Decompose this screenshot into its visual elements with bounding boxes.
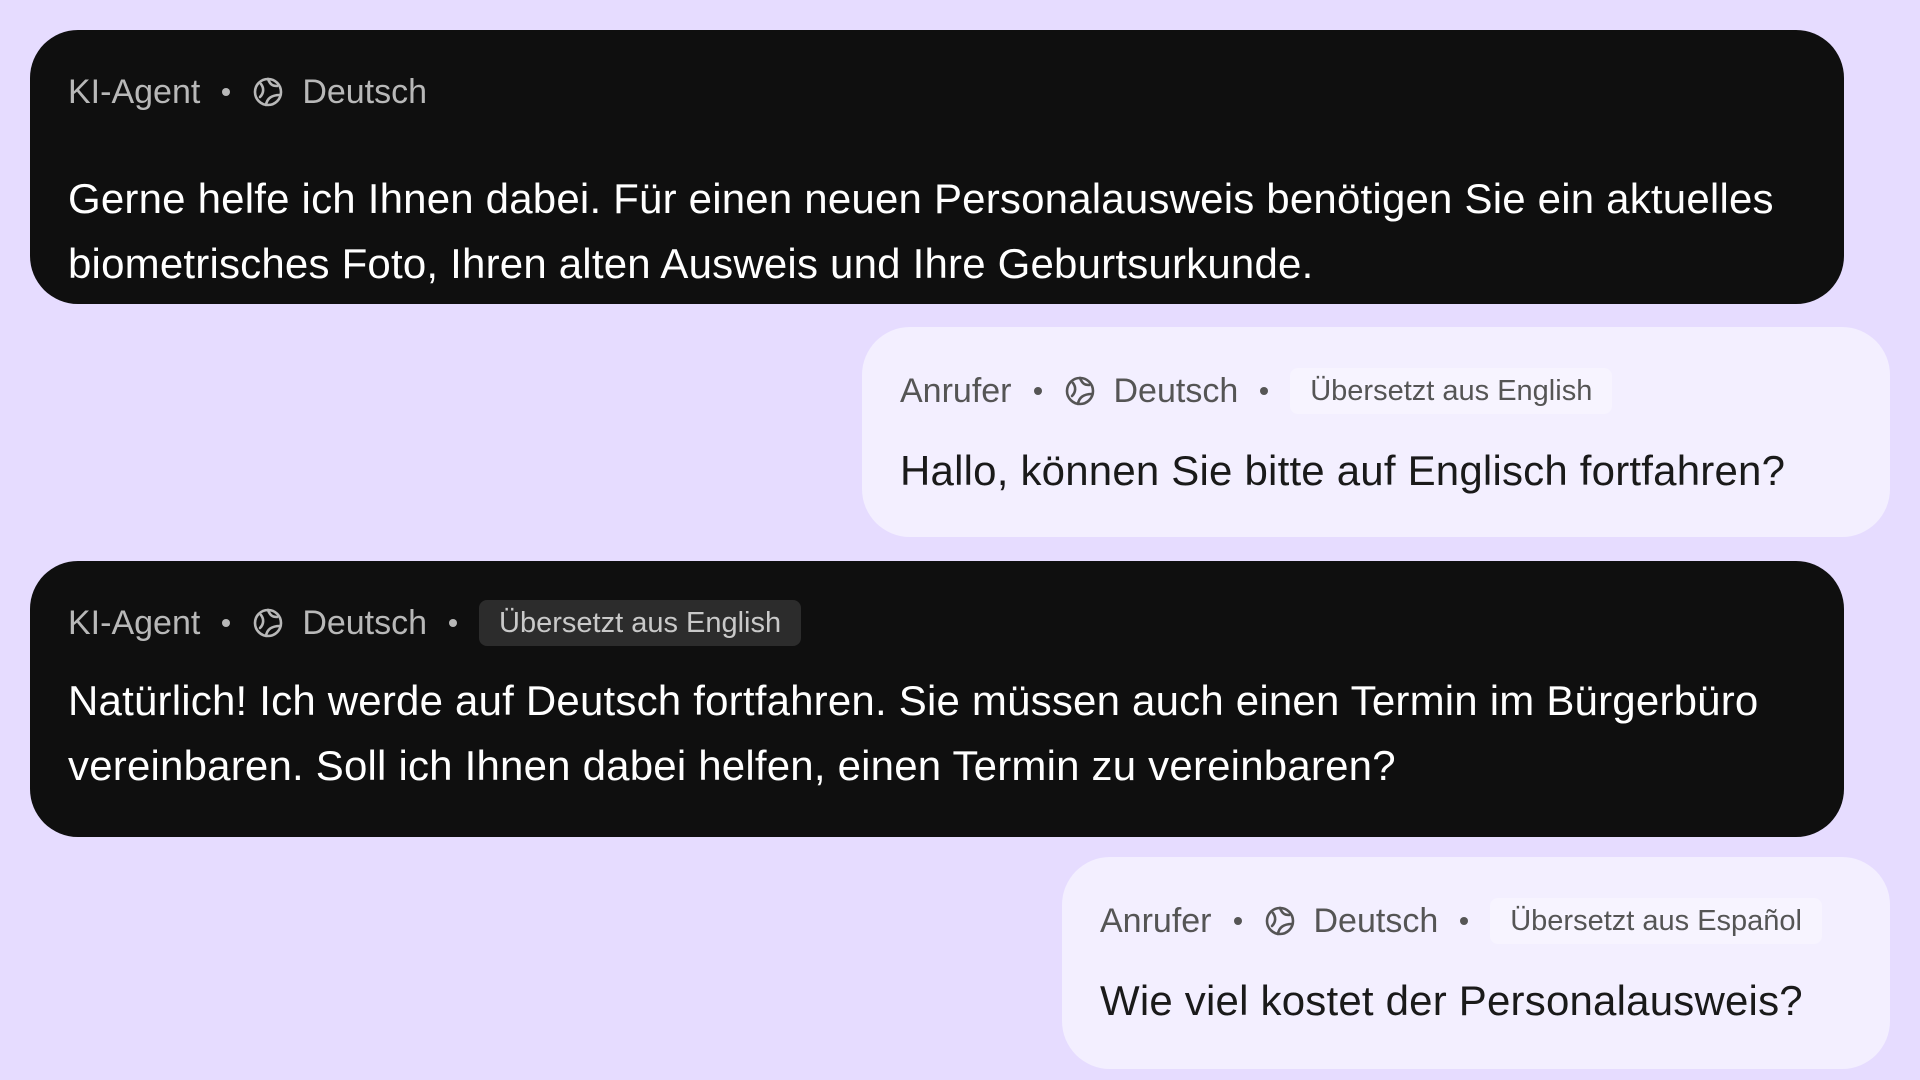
translation-badge: Übersetzt aus English xyxy=(479,600,802,646)
language-label: Deutsch xyxy=(302,72,428,111)
message-text: Wie viel kostet der Personalausweis? xyxy=(1100,977,1803,1024)
message-bubble-agent: KI-Agent Deutsch Übersetzt aus English N… xyxy=(30,561,1844,837)
message-text: Hallo, können Sie bitte auf Englisch for… xyxy=(900,447,1786,494)
speaker-label: KI-Agent xyxy=(68,72,201,111)
message-text: Natürlich! Ich werde auf Deutsch fortfah… xyxy=(68,677,1759,789)
globe-icon xyxy=(252,607,284,639)
message-meta: Anrufer Deutsch Übersetzt aus English xyxy=(900,368,1613,414)
speaker-label: Anrufer xyxy=(900,371,1012,410)
globe-icon xyxy=(1264,905,1296,937)
language-label: Deutsch xyxy=(1113,371,1239,410)
language-label: Deutsch xyxy=(1313,901,1439,940)
separator-dot xyxy=(222,619,231,627)
globe-icon xyxy=(252,76,284,108)
separator-dot xyxy=(1233,917,1242,925)
message-bubble-caller: Anrufer Deutsch Übersetzt aus English Ha… xyxy=(862,327,1890,537)
message-meta: KI-Agent Deutsch xyxy=(68,70,427,114)
message-bubble-agent: KI-Agent Deutsch Gerne helfe ich Ihnen d… xyxy=(30,30,1844,304)
translation-badge: Übersetzt aus Español xyxy=(1490,898,1823,944)
language-label: Deutsch xyxy=(302,603,428,642)
speaker-label: Anrufer xyxy=(1100,901,1212,940)
message-meta: Anrufer Deutsch Übersetzt aus Español xyxy=(1100,898,1823,944)
separator-dot xyxy=(222,88,231,96)
separator-dot xyxy=(449,619,458,627)
message-text: Gerne helfe ich Ihnen dabei. Für einen n… xyxy=(68,175,1774,287)
message-meta: KI-Agent Deutsch Übersetzt aus English xyxy=(68,600,802,646)
separator-dot xyxy=(1033,387,1042,395)
globe-icon xyxy=(1064,375,1096,407)
separator-dot xyxy=(1460,917,1469,925)
separator-dot xyxy=(1260,387,1269,395)
message-bubble-caller: Anrufer Deutsch Übersetzt aus Español Wi… xyxy=(1062,857,1890,1069)
translation-badge: Übersetzt aus English xyxy=(1290,368,1613,414)
speaker-label: KI-Agent xyxy=(68,603,201,642)
